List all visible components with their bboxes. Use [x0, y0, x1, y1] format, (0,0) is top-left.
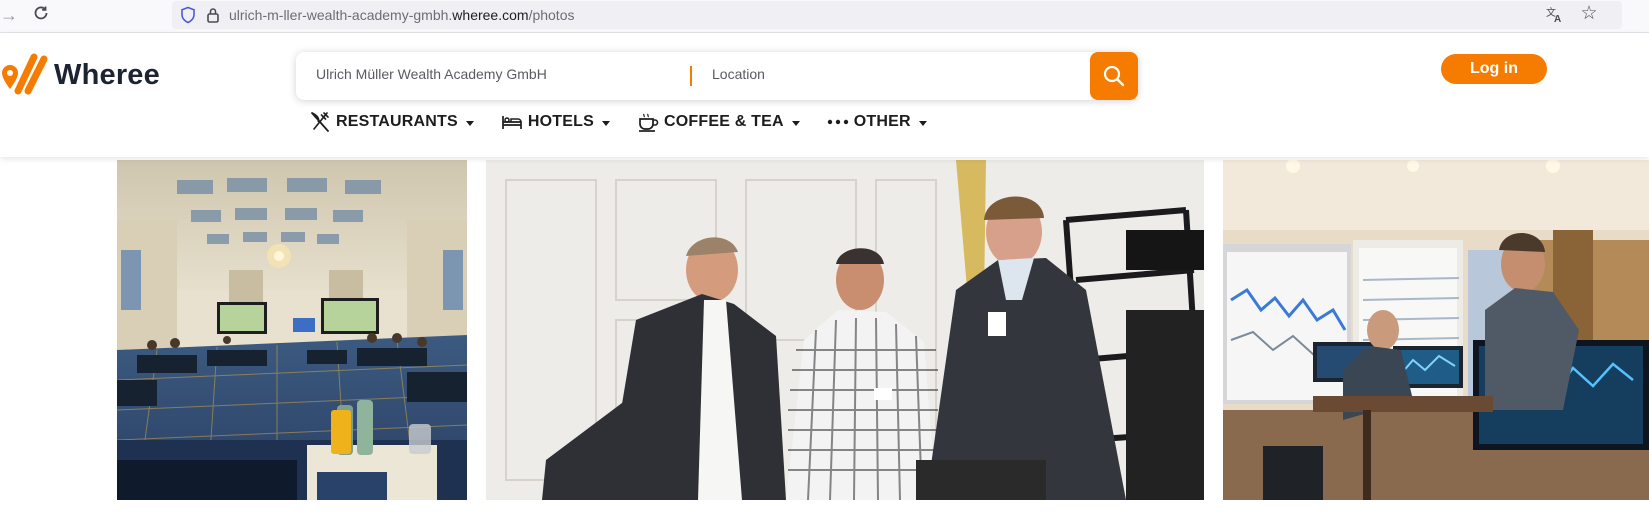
tracking-shield-icon[interactable]	[180, 6, 196, 24]
search-divider	[690, 66, 692, 86]
search-icon	[1103, 65, 1125, 87]
category-restaurants[interactable]: RESTAURANTS	[308, 111, 474, 133]
search-bar	[296, 52, 1138, 100]
address-bar[interactable]: ulrich-m-ller-wealth-academy-gmbh.wheree…	[172, 1, 1622, 29]
category-coffee-tea[interactable]: COFFEE & TEA	[636, 111, 800, 133]
lock-icon[interactable]	[206, 6, 220, 24]
site-header: Wheree Log in RESTAURANTS HOTELS	[0, 33, 1649, 157]
browser-toolbar: → ulrich-m-ller-wealth-academy-gmbh.wher…	[0, 0, 1649, 33]
login-button[interactable]: Log in	[1441, 54, 1547, 84]
cutlery-icon	[308, 111, 332, 133]
bed-icon	[500, 111, 524, 133]
url-prefix: ulrich-m-ller-wealth-academy-gmbh.	[229, 7, 453, 23]
chevron-down-icon	[465, 120, 474, 126]
chevron-down-icon	[791, 120, 800, 126]
photo-gallery	[0, 160, 1649, 526]
url-text[interactable]: ulrich-m-ller-wealth-academy-gmbh.wheree…	[229, 6, 575, 24]
category-label: COFFEE & TEA	[664, 113, 784, 130]
category-label: OTHER	[853, 113, 911, 130]
forward-arrow-icon[interactable]: →	[0, 4, 18, 26]
chevron-down-icon	[602, 120, 610, 126]
search-button[interactable]	[1090, 52, 1138, 100]
trading-seminar-room-photo[interactable]	[1223, 160, 1649, 500]
search-query-input[interactable]	[316, 66, 676, 82]
brand-name: Wheree	[54, 58, 160, 91]
coffee-cup-icon	[636, 111, 660, 133]
chevron-down-icon	[918, 120, 927, 126]
category-nav: RESTAURANTS HOTELS COFFEE & TEA OTHER	[308, 109, 953, 135]
three-men-talking-photo[interactable]	[486, 160, 1204, 500]
svg-text:A: A	[1554, 14, 1561, 23]
conference-hall-photo[interactable]	[117, 160, 467, 500]
category-hotels[interactable]: HOTELS	[500, 111, 610, 133]
category-label: RESTAURANTS	[336, 113, 458, 130]
translate-icon[interactable]: 文A	[1544, 5, 1564, 25]
bookmark-star-icon[interactable]: ☆	[1578, 3, 1600, 25]
category-label: HOTELS	[527, 113, 594, 130]
location-input[interactable]	[712, 66, 1072, 82]
more-dots-icon	[826, 111, 850, 133]
site-logo[interactable]: Wheree	[0, 51, 160, 99]
wheree-logo-icon	[2, 53, 48, 95]
category-other[interactable]: OTHER	[826, 111, 927, 133]
url-domain: wheree.com	[452, 7, 529, 23]
url-path: /photos	[528, 7, 575, 23]
reload-icon[interactable]	[32, 4, 52, 26]
